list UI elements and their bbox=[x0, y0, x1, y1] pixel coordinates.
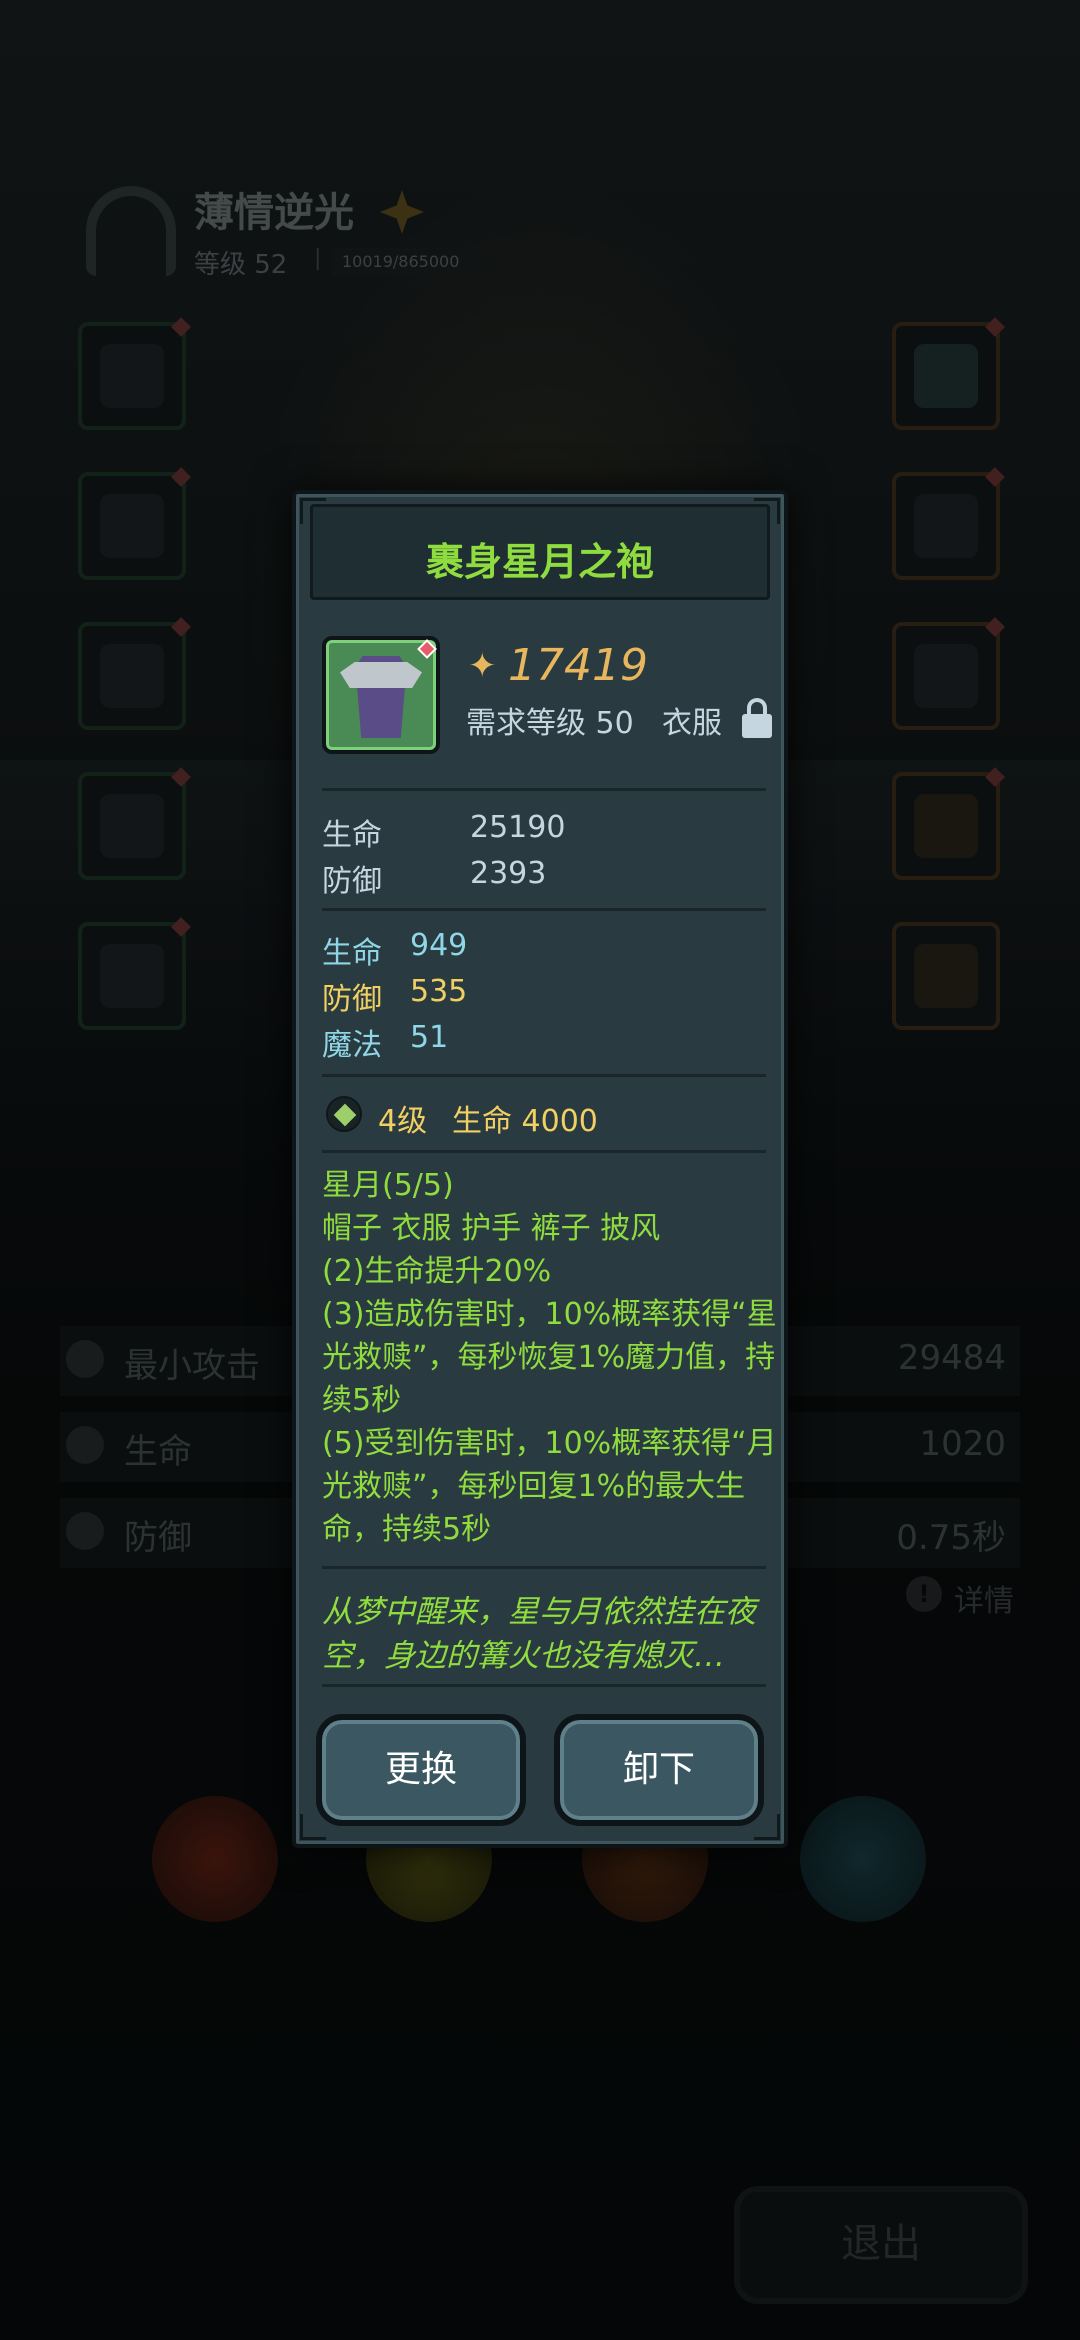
bonus-stat-value: 535 bbox=[410, 974, 468, 1009]
corner-ornament bbox=[300, 498, 326, 524]
gem-level: 4级 bbox=[378, 1104, 428, 1139]
base-stat-label: 生命 bbox=[322, 818, 382, 853]
bonus-stat-label: 魔法 bbox=[322, 1028, 382, 1063]
item-detail-dialog: 裹身星月之袍 ✦ 17419 需求等级 50 衣服 生命 25190 防御 23… bbox=[292, 490, 788, 1848]
base-stat-value: 2393 bbox=[470, 856, 547, 891]
divider bbox=[322, 1684, 766, 1687]
divider bbox=[322, 1074, 766, 1077]
dialog-header: 裹身星月之袍 bbox=[310, 504, 770, 600]
bonus-stat-label: 生命 bbox=[322, 936, 382, 971]
divider bbox=[322, 1150, 766, 1153]
gem-icon bbox=[417, 639, 437, 659]
set-name: 星月(5/5) bbox=[322, 1168, 454, 1203]
bonus-stat-label: 防御 bbox=[322, 982, 382, 1017]
set-effect-5: (5)受到伤害时，10%概率获得“月光救赎”，每秒回复1%的最大生命，持续5秒 bbox=[322, 1426, 777, 1547]
corner-ornament bbox=[754, 498, 780, 524]
gem-socket-icon bbox=[326, 1096, 362, 1132]
divider bbox=[322, 788, 766, 791]
base-stat-label: 防御 bbox=[322, 864, 382, 899]
robe-sleeve bbox=[340, 662, 422, 688]
corner-ornament bbox=[300, 1814, 326, 1840]
power-icon: ✦ bbox=[468, 646, 497, 686]
corner-ornament bbox=[754, 1814, 780, 1840]
item-power: 17419 bbox=[508, 640, 648, 691]
unequip-button[interactable]: 卸下 bbox=[554, 1714, 764, 1826]
item-type: 衣服 bbox=[662, 706, 722, 741]
item-title: 裹身星月之袍 bbox=[425, 540, 654, 584]
lock-icon[interactable] bbox=[742, 698, 772, 738]
gem-stat: 生命 4000 bbox=[452, 1104, 598, 1139]
base-stat-value: 25190 bbox=[470, 810, 566, 845]
bonus-stat-value: 949 bbox=[410, 928, 468, 963]
item-icon-frame bbox=[322, 636, 440, 754]
divider bbox=[322, 1566, 766, 1569]
replace-button[interactable]: 更换 bbox=[316, 1714, 526, 1826]
set-pieces: 帽子 衣服 护手 裤子 披风 bbox=[322, 1211, 661, 1246]
divider bbox=[322, 908, 766, 911]
set-effect-3: (3)造成伤害时，10%概率获得“星光救赎”，每秒恢复1%魔力值，持续5秒 bbox=[322, 1297, 777, 1418]
flavor-text: 从梦中醒来，星与月依然挂在夜空，身边的篝火也没有熄灭… bbox=[322, 1594, 756, 1674]
set-effect-2: (2)生命提升20% bbox=[322, 1254, 552, 1289]
required-level: 需求等级 50 bbox=[466, 706, 634, 741]
bonus-stat-value: 51 bbox=[410, 1020, 449, 1055]
